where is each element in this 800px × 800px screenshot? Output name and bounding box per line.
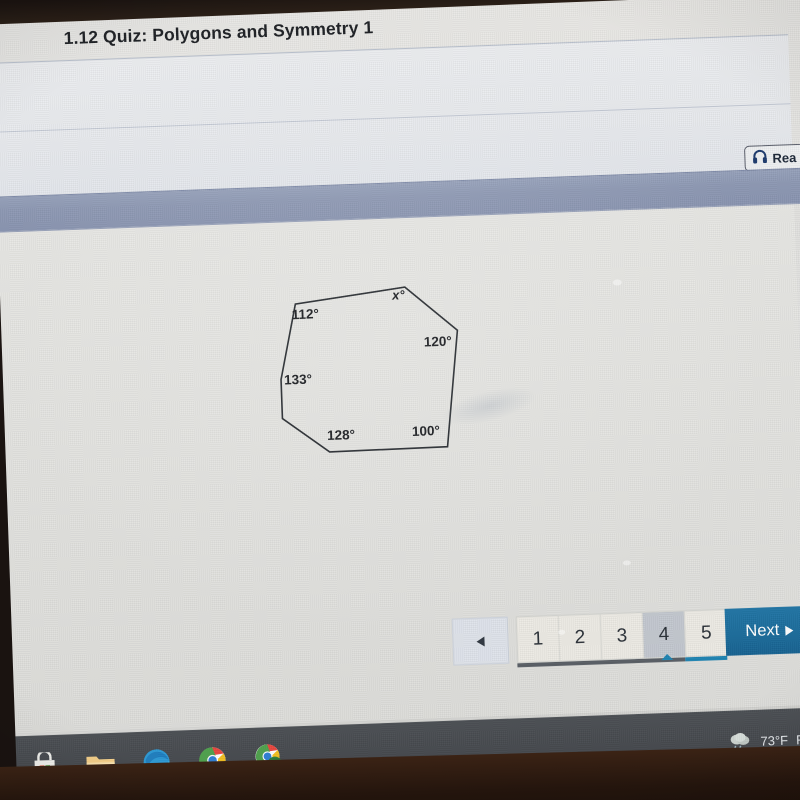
page-button-5[interactable]: 5 [685,610,729,656]
angle-label-100: 100° [411,422,441,439]
page-button-3[interactable]: 3 [600,612,645,660]
page-button-1[interactable]: 1 [516,615,561,663]
read-aloud-label: Rea [772,149,797,166]
chevron-left-icon [476,636,485,647]
next-button-label: Next [745,620,780,641]
page-button-4[interactable]: 4 [642,611,687,658]
next-button[interactable]: Next [724,605,800,656]
chevron-right-icon [785,624,794,636]
browser-page: 1.12 Quiz: Polygons and Symmetry 1 Rea 1… [0,0,800,800]
angle-label-x: x° [391,287,405,303]
angle-label-128: 128° [326,427,356,443]
angle-label-112: 112° [291,306,320,323]
photographed-screen: 1.12 Quiz: Polygons and Symmetry 1 Rea 1… [0,0,800,800]
progress-marker [661,653,674,661]
page-number-list: 1 2 3 4 5 [515,608,730,664]
page-button-2[interactable]: 2 [558,614,603,661]
headphones-icon [752,149,768,169]
page-title: 1.12 Quiz: Polygons and Symmetry 1 [63,17,374,49]
previous-page-button[interactable] [451,616,510,666]
angle-label-120: 120° [423,333,452,350]
weather-condition: Rain to [795,730,800,747]
angle-label-133: 133° [283,371,313,388]
laptop-screen-surface: 1.12 Quiz: Polygons and Symmetry 1 Rea 1… [0,0,800,800]
polygon-figure: 112° x° 120° 100° 128° 133° [251,262,488,480]
